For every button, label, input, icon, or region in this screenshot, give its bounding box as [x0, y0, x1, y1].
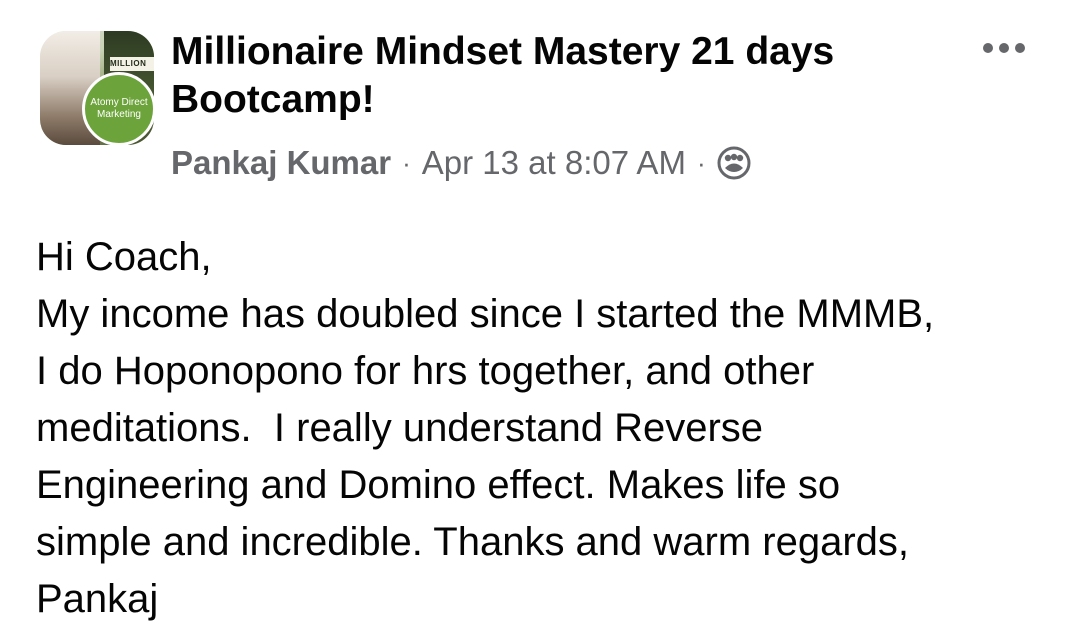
more-dot: [1015, 43, 1025, 53]
more-options-icon[interactable]: [974, 34, 1034, 62]
group-badge-text: Atomy Direct Marketing: [90, 97, 148, 120]
post-timestamp-link[interactable]: Apr 13 at 8:07 AM: [422, 144, 686, 182]
author-name-link[interactable]: Pankaj Kumar: [171, 144, 391, 182]
meta-separator: ·: [402, 147, 411, 178]
post-text-line: My income has doubled since I started th…: [36, 292, 935, 336]
post-text-line: simple and incredible. Thanks and warm r…: [36, 520, 910, 564]
more-dot: [983, 43, 993, 53]
post-meta: Pankaj Kumar · Apr 13 at 8:07 AM ·: [171, 141, 751, 185]
more-dot: [999, 43, 1009, 53]
post-header: MILLION Atomy Direct Marketing Millionai…: [0, 0, 1080, 200]
post-text-line: Engineering and Domino effect. Makes lif…: [36, 463, 841, 507]
post-body: Hi Coach, My income has doubled since I …: [36, 229, 1066, 621]
post-text-line: Hi Coach,: [36, 235, 212, 279]
post-text-line: I do Hoponopono for hrs together, and ot…: [36, 349, 815, 393]
members-icon[interactable]: [717, 146, 751, 180]
group-name-link[interactable]: Millionaire Mindset Mastery 21 days Boot…: [171, 28, 951, 124]
avatar-sign-text: MILLION: [110, 57, 154, 71]
group-badge[interactable]: Atomy Direct Marketing: [82, 72, 156, 146]
meta-separator: ·: [696, 147, 706, 178]
post-text-line: meditations. I really understand Reverse: [36, 406, 764, 450]
post-text-line: Pankaj: [36, 577, 159, 621]
